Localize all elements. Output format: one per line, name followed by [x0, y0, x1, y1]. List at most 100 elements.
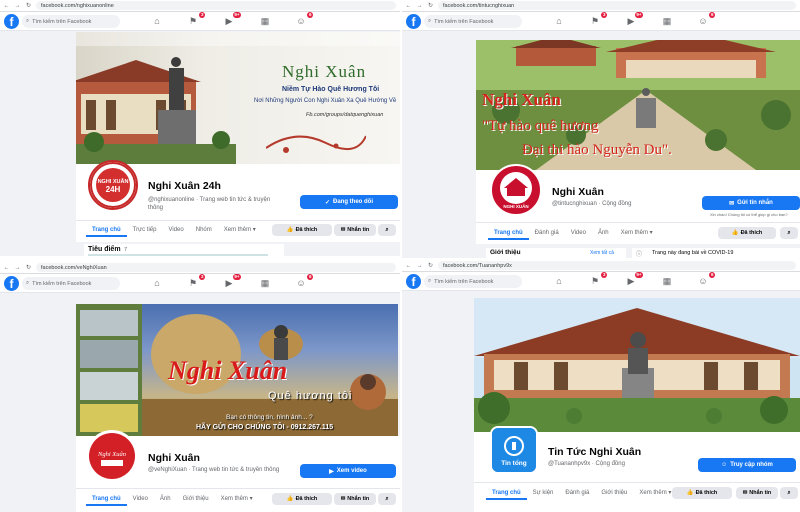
tab-home[interactable]: Trang chủ [86, 223, 127, 237]
profile-picture[interactable]: NGHI XUÂN [490, 164, 542, 216]
tab-photos[interactable]: Ảnh [592, 226, 615, 240]
tab-reviews[interactable]: Đánh giá [559, 486, 595, 500]
reload-icon[interactable]: ↻ [427, 2, 434, 9]
facebook-logo-icon[interactable]: f [406, 14, 421, 29]
back-icon[interactable]: ← [3, 3, 10, 9]
home-icon[interactable]: ⌂ [150, 276, 164, 290]
flag-icon[interactable]: ⚑ 3 [588, 12, 607, 28]
back-icon[interactable]: ← [3, 265, 10, 271]
reload-icon[interactable]: ↻ [25, 2, 32, 9]
cover-subtitle: Quê hương tôi [268, 390, 353, 402]
groups-icon[interactable]: ☺ 6 [294, 12, 313, 28]
send-message-button[interactable]: ✉ Gửi tin nhắn [702, 196, 800, 210]
flag-icon[interactable]: ⚑ 3 [186, 274, 205, 290]
tab-about[interactable]: Giới thiệu [177, 492, 215, 506]
tab-groups[interactable]: Nhóm [190, 223, 218, 237]
back-icon[interactable]: ← [405, 3, 412, 9]
address-bar[interactable]: facebook.com/veNghiXuan [36, 263, 396, 272]
notification-badge: 6 [709, 272, 715, 278]
forward-icon[interactable]: → [416, 263, 423, 269]
watch-video-button[interactable]: ▶ Xem video [300, 464, 396, 478]
address-bar[interactable]: facebook.com/tintucnghixuan [438, 1, 796, 10]
cover-photo[interactable]: Nghi Xuân Niềm Tự Hào Quê Hương Tôi Nơi … [76, 32, 400, 164]
tab-about[interactable]: Giới thiệu [595, 486, 633, 500]
tab-photos[interactable]: Ảnh [154, 492, 177, 506]
tab-more[interactable]: Xem thêm ▾ [215, 492, 259, 506]
tab-events[interactable]: Sự kiện [527, 486, 560, 500]
back-icon[interactable]: ← [405, 263, 412, 269]
search-input[interactable]: ⌕ Tìm kiếm trên Facebook [22, 277, 120, 290]
page-search-button[interactable]: ⌕ [378, 224, 396, 236]
search-input[interactable]: ⌕ Tìm kiếm trên Facebook [424, 275, 522, 288]
tab-home[interactable]: Trang chủ [488, 226, 529, 240]
profile-picture[interactable]: Nghi Xuân [86, 430, 138, 482]
message-button[interactable]: ✉ Nhắn tin [334, 493, 376, 505]
groups-icon[interactable]: ☺ 6 [294, 274, 313, 290]
messenger-icon: ✉ [340, 496, 346, 502]
tab-more[interactable]: Xem thêm ▾ [633, 486, 677, 500]
page-search-button[interactable]: ⌕ [780, 487, 798, 499]
search-placeholder: Tìm kiếm trên Facebook [32, 280, 92, 287]
tab-video[interactable]: Video [565, 226, 592, 240]
cover-line2: HÃY GỬI CHO CHÚNG TÔI - 0912.267.115 [196, 424, 334, 431]
video-icon[interactable]: ▶ 9+ [624, 272, 643, 288]
search-input[interactable]: ⌕ Tìm kiếm trên Facebook [22, 15, 120, 28]
home-icon[interactable]: ⌂ [150, 14, 164, 28]
video-icon[interactable]: ▶ 9+ [222, 12, 241, 28]
address-bar[interactable]: facebook.com/nghixuanonline [36, 1, 396, 10]
marketplace-icon[interactable]: ▦ [258, 14, 272, 28]
forward-icon[interactable]: → [14, 265, 21, 271]
marketplace-icon[interactable]: ▦ [258, 276, 272, 290]
tab-more[interactable]: Xem thêm ▾ [218, 223, 262, 237]
facebook-logo-icon[interactable]: f [4, 276, 19, 291]
marketplace-icon[interactable]: ▦ [660, 274, 674, 288]
cover-photo[interactable]: Nghi Xuân "Tự hào quê hương Đại thi hào … [476, 40, 800, 170]
tab-video[interactable]: Video [127, 492, 154, 506]
page-search-button[interactable]: ⌕ [378, 493, 396, 505]
message-button[interactable]: ✉ Nhắn tin [736, 487, 778, 499]
send-message-label: Gửi tin nhắn [737, 200, 773, 206]
screenshot-venghixuan: ← → ↻ facebook.com/veNghiXuan f ⌕ Tìm kiế… [0, 262, 400, 512]
cta-note: Xin chào! Chúng tôi có thể giúp gì cho b… [710, 212, 788, 217]
following-button[interactable]: ✓ Đang theo dõi [300, 195, 398, 209]
page-search-button[interactable]: ⌕ [780, 227, 798, 239]
facebook-logo-icon[interactable]: f [406, 274, 421, 289]
intro-panel: Giới thiệu Xem tất cả [486, 248, 626, 258]
cover-photo[interactable]: Nghi Xuân Quê hương tôi Bạn có thông tin… [76, 304, 398, 436]
search-input[interactable]: ⌕ Tìm kiếm trên Facebook [424, 15, 522, 28]
tab-more[interactable]: Xem thêm ▾ [615, 226, 659, 240]
forward-icon[interactable]: → [416, 3, 423, 9]
message-button[interactable]: ✉ Nhắn tin [334, 224, 376, 236]
tab-reviews[interactable]: Đánh giá [529, 226, 565, 240]
groups-icon[interactable]: ☺ 6 [696, 12, 715, 28]
home-icon[interactable]: ⌂ [552, 274, 566, 288]
profile-picture[interactable]: Tin tổng [490, 426, 538, 474]
video-icon[interactable]: ▶ 9+ [624, 12, 643, 28]
video-icon[interactable]: ▶ 9+ [222, 274, 241, 290]
flag-icon[interactable]: ⚑ 3 [186, 12, 205, 28]
tab-home[interactable]: Trang chủ [486, 486, 527, 500]
tab-home[interactable]: Trang chủ [86, 492, 127, 506]
forward-icon[interactable]: → [14, 3, 21, 9]
like-button[interactable]: 👍 Đã thích [672, 487, 732, 499]
address-bar[interactable]: facebook.com/Tuananhpv9x [438, 261, 796, 270]
like-button[interactable]: 👍 Đã thích [718, 227, 776, 239]
page-tabs: Trang chủ Video Ảnh Giới thiệu Xem thêm … [86, 492, 259, 506]
see-all-link[interactable]: Xem tất cả [590, 250, 614, 256]
cover-photo[interactable] [474, 298, 800, 432]
flag-icon[interactable]: ⚑ 3 [588, 272, 607, 288]
marketplace-icon[interactable]: ▦ [660, 14, 674, 28]
url-text: facebook.com/tintucnghixuan [443, 2, 515, 9]
home-icon[interactable]: ⌂ [552, 14, 566, 28]
profile-picture[interactable]: NGHI XUÂN 24H [88, 160, 138, 210]
reload-icon[interactable]: ↻ [25, 264, 32, 271]
like-button[interactable]: 👍 Đã thích [272, 224, 332, 236]
like-button[interactable]: 👍 Đã thích [272, 493, 332, 505]
visit-group-button[interactable]: ☺ Truy cập nhóm [698, 458, 796, 472]
reload-icon[interactable]: ↻ [427, 262, 434, 269]
group-icon: ☺ [721, 462, 728, 468]
tab-video[interactable]: Video [162, 223, 189, 237]
groups-icon[interactable]: ☺ 6 [696, 272, 715, 288]
facebook-logo-icon[interactable]: f [4, 14, 19, 29]
tab-live[interactable]: Trực tiếp [127, 223, 163, 237]
